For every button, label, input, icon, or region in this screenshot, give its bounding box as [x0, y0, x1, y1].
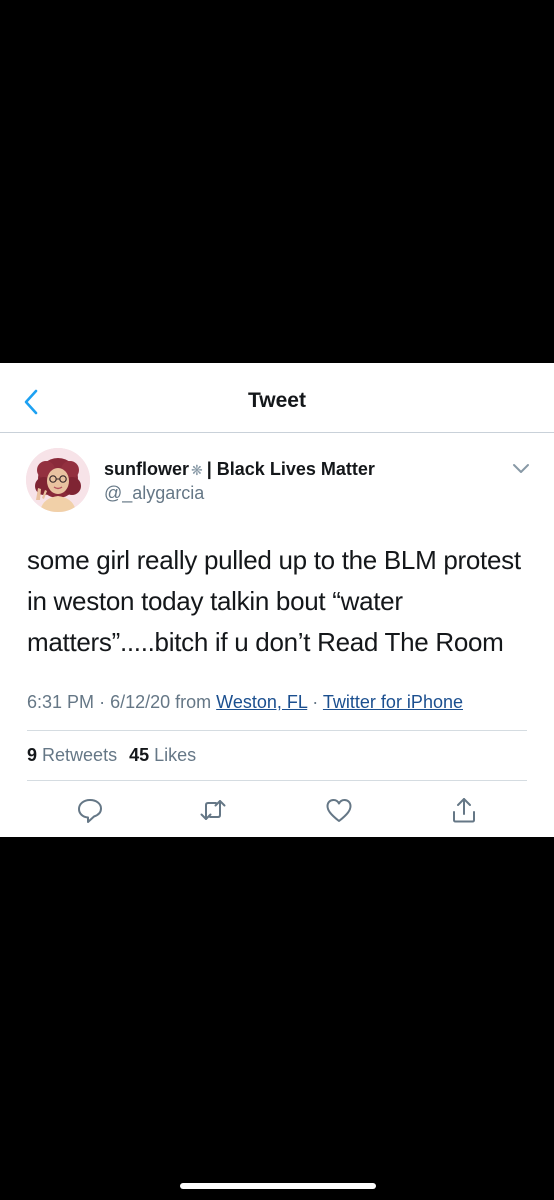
likes-label: Likes: [154, 745, 197, 765]
likes-stat[interactable]: 45 Likes: [129, 745, 196, 765]
share-icon: [453, 798, 475, 823]
reply-icon: [78, 799, 102, 823]
avatar-illustration: [26, 448, 90, 512]
from-word: from: [175, 692, 212, 712]
like-icon: [326, 799, 352, 822]
navigation-bar: Tweet: [0, 363, 554, 433]
tweet-menu-button[interactable]: [510, 460, 532, 478]
retweet-icon: [200, 800, 226, 820]
retweets-count: 9: [27, 745, 38, 765]
avatar[interactable]: [26, 448, 90, 512]
tweet-stats: 9 Retweets 45 Likes: [27, 745, 196, 766]
tweet-date: 6/12/20: [110, 692, 171, 712]
retweets-label: Retweets: [42, 745, 118, 765]
page-title: Tweet: [248, 389, 306, 412]
reply-button[interactable]: [75, 795, 105, 825]
tweet-meta: 6:31 PM · 6/12/20 from Weston, FL · Twit…: [27, 692, 463, 713]
divider: [27, 780, 527, 781]
meta-separator: ·: [312, 692, 319, 712]
flower-symbol: ❋: [191, 462, 203, 478]
location-link[interactable]: Weston, FL: [216, 692, 307, 712]
chevron-down-icon: [513, 464, 529, 473]
name-suffix: | Black Lives Matter: [206, 459, 375, 479]
display-name: sunflower: [104, 459, 190, 479]
author-handle[interactable]: @_alygarcia: [104, 483, 204, 504]
share-button[interactable]: [449, 795, 479, 825]
tweet-time: 6:31 PM: [27, 692, 95, 712]
home-indicator[interactable]: [180, 1183, 376, 1189]
divider: [27, 730, 527, 731]
tweet-text: some girl really pulled up to the BLM pr…: [27, 545, 521, 657]
author-name[interactable]: sunflower ❋ | Black Lives Matter: [104, 459, 375, 480]
tweet-card: Tweet sunflower ❋ | Black Lives Matter @_a…: [0, 363, 554, 837]
like-button[interactable]: [324, 795, 354, 825]
meta-separator: ·: [99, 692, 106, 712]
client-link[interactable]: Twitter for iPhone: [323, 692, 463, 712]
likes-count: 45: [129, 745, 150, 765]
retweet-button[interactable]: [198, 795, 228, 825]
retweets-stat[interactable]: 9 Retweets: [27, 745, 117, 765]
